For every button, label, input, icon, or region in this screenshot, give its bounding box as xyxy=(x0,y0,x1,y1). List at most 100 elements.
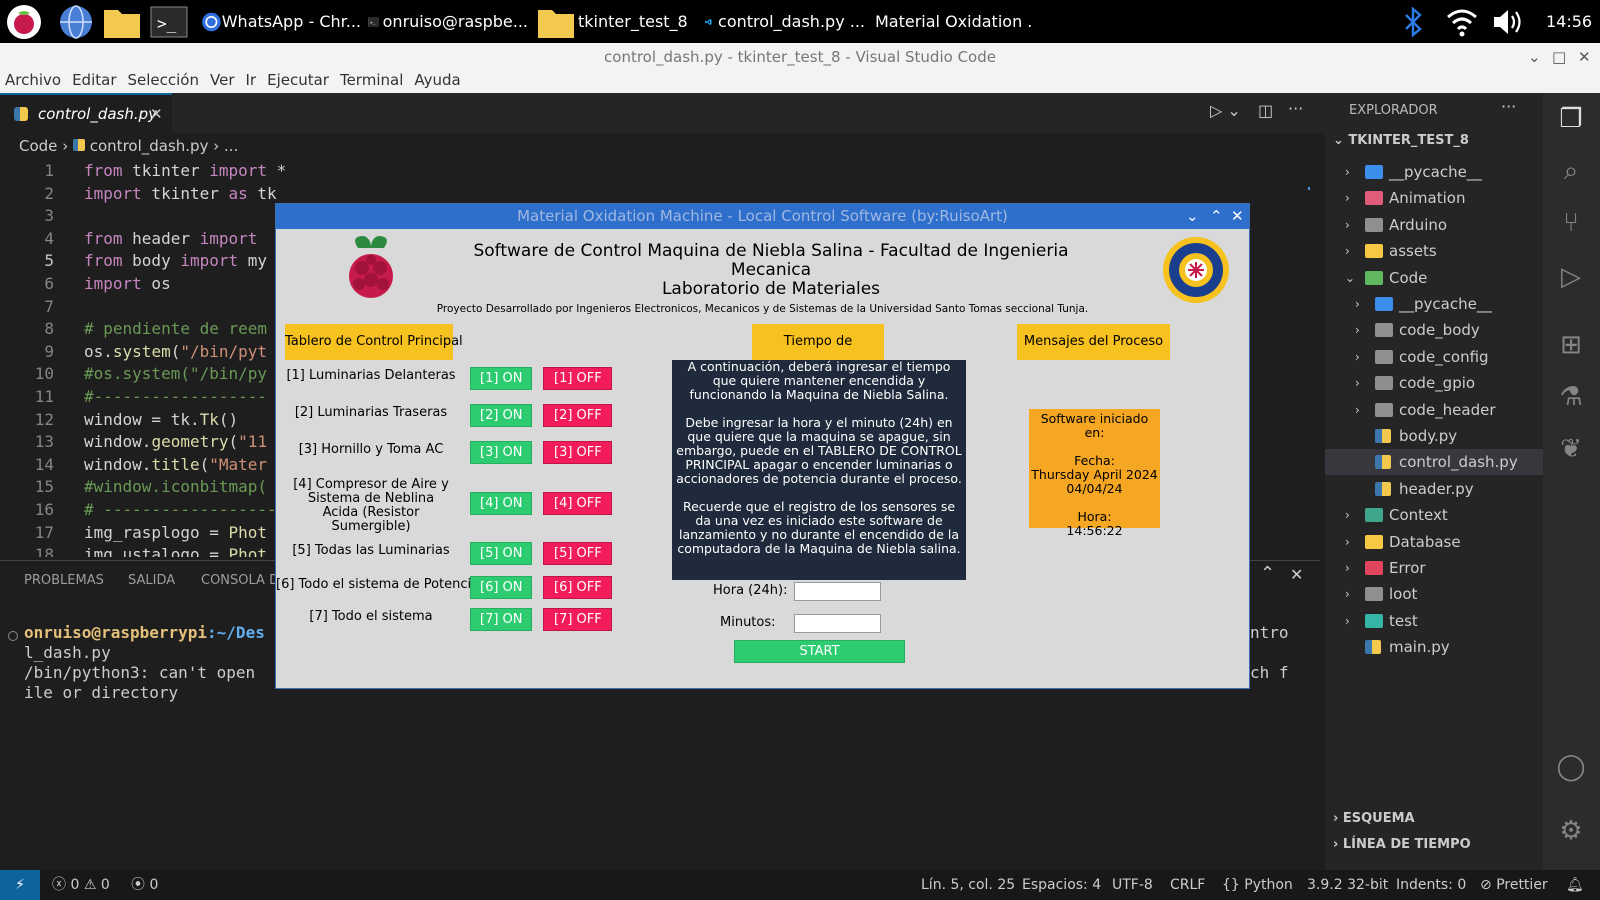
explorer-item[interactable]: › code_config xyxy=(1325,344,1543,370)
close-icon[interactable]: ✕ xyxy=(1578,43,1591,71)
account-icon[interactable]: ◯ xyxy=(1555,751,1587,783)
clock[interactable]: 14:56 xyxy=(1546,3,1592,40)
explorer-item[interactable]: › assets xyxy=(1325,238,1543,264)
tab-close-icon[interactable]: ✕ xyxy=(150,95,163,133)
control-5-off-button[interactable]: [5] OFF xyxy=(543,542,612,565)
volume-icon[interactable] xyxy=(1492,3,1526,40)
line-ending[interactable]: CRLF xyxy=(1170,870,1205,900)
breadcrumb-code[interactable]: Code xyxy=(19,137,57,155)
ports-status[interactable]: ⦿ 0 xyxy=(131,870,158,900)
explorer-item[interactable]: › Database xyxy=(1325,529,1543,555)
terminal-launcher-icon[interactable]: >_ xyxy=(150,3,188,40)
control-1-on-button[interactable]: [1] ON xyxy=(470,367,532,390)
control-1-off-button[interactable]: [1] OFF xyxy=(543,367,612,390)
start-button[interactable]: START xyxy=(734,640,905,663)
indentation[interactable]: Espacios: 4 xyxy=(1022,870,1101,900)
browser-launcher-icon[interactable] xyxy=(58,3,94,40)
prettier-status[interactable]: ⊘ Prettier xyxy=(1480,870,1548,900)
split-editor-icon[interactable]: ◫ xyxy=(1258,101,1273,120)
hour-input[interactable] xyxy=(794,582,881,601)
tk-titlebar[interactable]: Material Oxidation Machine - Local Contr… xyxy=(276,204,1249,229)
control-7-on-button[interactable]: [7] ON xyxy=(470,608,532,631)
explorer-icon[interactable]: ❐ xyxy=(1555,103,1587,135)
control-6-on-button[interactable]: [6] ON xyxy=(470,576,532,599)
explorer-item[interactable]: › Error xyxy=(1325,555,1543,581)
explorer-item[interactable]: › Arduino xyxy=(1325,212,1543,238)
tk-close-icon[interactable]: ✕ xyxy=(1231,204,1244,229)
extensions-icon[interactable]: ⊞ xyxy=(1555,329,1587,361)
maximize-icon[interactable]: □ xyxy=(1552,43,1566,71)
control-4-on-button[interactable]: [4] ON xyxy=(470,492,532,515)
menu-editar[interactable]: Editar xyxy=(72,71,116,89)
control-6-off-button[interactable]: [6] OFF xyxy=(543,576,612,599)
explorer-item[interactable]: › Animation xyxy=(1325,185,1543,211)
timeline-section[interactable]: › LÍNEA DE TIEMPO xyxy=(1333,837,1471,852)
explorer-item[interactable]: ⌄ Code xyxy=(1325,265,1543,291)
outline-section[interactable]: › ESQUEMA xyxy=(1333,811,1415,826)
testing-icon[interactable]: ⚗ xyxy=(1555,381,1587,413)
maximize-panel-icon[interactable]: ⌃ xyxy=(1260,563,1275,584)
language-mode[interactable]: {} Python xyxy=(1222,870,1293,900)
notifications-icon[interactable]: 🔔︎ xyxy=(1566,870,1584,900)
control-4-off-button[interactable]: [4] OFF xyxy=(543,492,612,515)
raspberry-menu-icon[interactable] xyxy=(6,3,42,40)
explorer-item[interactable]: › loot xyxy=(1325,581,1543,607)
menu-ejecutar[interactable]: Ejecutar xyxy=(267,71,329,89)
leaf-icon[interactable]: ❦ xyxy=(1555,433,1587,465)
explorer-item[interactable]: body.py xyxy=(1325,423,1543,449)
cursor-position[interactable]: Lín. 5, col. 25 xyxy=(921,870,1015,900)
remote-icon[interactable]: ⚡ xyxy=(0,870,40,900)
explorer-item[interactable]: › __pycache__ xyxy=(1325,159,1543,185)
menu-seleccion[interactable]: Selección xyxy=(128,71,200,89)
explorer-item[interactable]: › Context xyxy=(1325,502,1543,528)
minimize-icon[interactable]: ⌄ xyxy=(1528,43,1541,71)
explorer-item[interactable]: › code_header xyxy=(1325,397,1543,423)
run-debug-icon[interactable]: ▷ xyxy=(1555,261,1587,293)
more-actions-icon[interactable]: ··· xyxy=(1288,99,1303,118)
menu-ayuda[interactable]: Ayuda xyxy=(414,71,460,89)
tk-maximize-icon[interactable]: ⌃ xyxy=(1210,204,1223,229)
taskbar-terminal-window[interactable]: >_ onruiso@raspbe... xyxy=(368,3,528,40)
minutes-input[interactable] xyxy=(794,614,881,633)
explorer-more-icon[interactable]: ··· xyxy=(1501,97,1516,116)
python-interpreter[interactable]: 3.9.2 32-bit xyxy=(1307,870,1388,900)
taskbar-tk-window[interactable]: Material Oxidation ... xyxy=(871,3,1031,40)
source-control-icon[interactable]: ⑂ xyxy=(1555,207,1587,239)
explorer-root[interactable]: ⌄ TKINTER_TEST_8 xyxy=(1333,133,1469,148)
control-2-off-button[interactable]: [2] OFF xyxy=(543,404,612,427)
panel-tab-problems[interactable]: PROBLEMAS xyxy=(24,573,104,588)
encoding[interactable]: UTF-8 xyxy=(1112,870,1153,900)
menu-ir[interactable]: Ir xyxy=(246,71,257,89)
explorer-item[interactable]: main.py xyxy=(1325,634,1543,660)
indents-status[interactable]: Indents: 0 xyxy=(1396,870,1466,900)
control-3-on-button[interactable]: [3] ON xyxy=(470,441,532,464)
problems-status[interactable]: ⓧ 0 ⚠ 0 xyxy=(52,870,110,900)
breadcrumb-file[interactable]: control_dash.py xyxy=(90,137,209,155)
wifi-icon[interactable] xyxy=(1446,3,1478,40)
explorer-item[interactable]: › test xyxy=(1325,608,1543,634)
control-5-on-button[interactable]: [5] ON xyxy=(470,542,532,565)
menu-archivo[interactable]: Archivo xyxy=(5,71,61,89)
bluetooth-icon[interactable] xyxy=(1402,3,1424,40)
explorer-item[interactable]: header.py xyxy=(1325,476,1543,502)
control-3-off-button[interactable]: [3] OFF xyxy=(543,441,612,464)
explorer-item[interactable]: control_dash.py xyxy=(1325,449,1543,476)
tk-minimize-icon[interactable]: ⌄ xyxy=(1186,204,1199,229)
file-manager-launcher-icon[interactable] xyxy=(102,3,142,40)
control-7-off-button[interactable]: [7] OFF xyxy=(543,608,612,631)
explorer-item[interactable]: › __pycache__ xyxy=(1325,291,1543,317)
close-panel-icon[interactable]: ✕ xyxy=(1290,565,1303,584)
panel-tab-output[interactable]: SALIDA xyxy=(128,573,175,588)
taskbar-folder-window[interactable]: tkinter_test_8 xyxy=(536,3,696,40)
run-icon[interactable]: ▷ ⌄ xyxy=(1210,101,1241,120)
taskbar-whatsapp-window[interactable]: WhatsApp - Chr... xyxy=(201,3,361,40)
explorer-item[interactable]: › code_gpio xyxy=(1325,370,1543,396)
taskbar-vscode-window[interactable]: control_dash.py ... xyxy=(705,3,865,40)
control-2-on-button[interactable]: [2] ON xyxy=(470,404,532,427)
search-icon[interactable]: ⌕ xyxy=(1555,155,1587,187)
breadcrumb-more[interactable]: ... xyxy=(224,137,238,155)
tab-control-dash[interactable]: control_dash.py ✕ xyxy=(0,93,172,133)
explorer-item[interactable]: › code_body xyxy=(1325,317,1543,343)
menu-terminal[interactable]: Terminal xyxy=(340,71,403,89)
settings-gear-icon[interactable]: ⚙ xyxy=(1555,815,1587,847)
